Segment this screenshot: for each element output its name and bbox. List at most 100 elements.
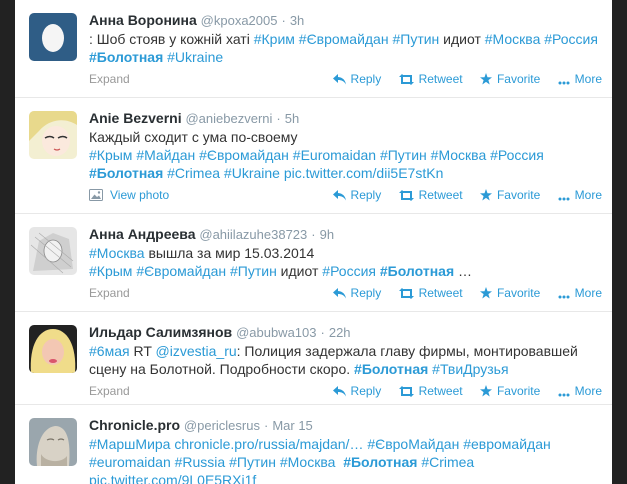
tweet[interactable]: Анна Андреева @ahiilazuhe38723 · 9h #Москв… <box>15 214 612 312</box>
hashtag-link[interactable]: #Москва <box>89 245 145 261</box>
author-username[interactable]: @abubwa103 <box>236 325 316 340</box>
author-name[interactable]: Chronicle.pro <box>89 417 180 433</box>
hashtag-link[interactable]: #ЄвроМайдан <box>367 436 459 452</box>
author-name[interactable]: Анна Андреева <box>89 226 195 242</box>
favorite-button[interactable]: Favorite <box>479 378 540 404</box>
hashtag-link[interactable]: #Путин <box>392 31 439 47</box>
hashtag-link[interactable]: #ТвиДрузья <box>432 361 508 377</box>
hashtag-link[interactable]: #Євромайдан <box>299 31 389 47</box>
retweet-button[interactable]: Retweet <box>398 66 463 92</box>
hashtag-link[interactable]: #Москва <box>431 147 487 163</box>
avatar[interactable] <box>29 13 77 61</box>
hashtag-link[interactable]: #Болотная <box>89 165 163 181</box>
hashtag-link[interactable]: #Крим <box>254 31 295 47</box>
tweet-actions: Reply Retweet Favorite More <box>319 378 602 404</box>
tweet[interactable]: Анна Воронина @kpoxa2005 · 3h : Шоб стояв … <box>15 0 612 98</box>
hashtag-link[interactable]: #Болотная <box>89 49 163 65</box>
tweet[interactable]: Ильдар Салимзянов @abubwa103 · 22h #6мая R… <box>15 312 612 405</box>
tweet-timeline: Анна Воронина @kpoxa2005 · 3h : Шоб стояв … <box>15 0 612 484</box>
more-dots-icon <box>558 295 570 299</box>
author-username[interactable]: @ahiilazuhe38723 <box>199 227 307 242</box>
hashtag-link[interactable]: #Euromaidan <box>293 147 376 163</box>
hashtag-link[interactable]: #6мая <box>89 343 130 359</box>
hashtag-link[interactable]: #Болотная <box>380 263 454 279</box>
tweet-time[interactable]: 22h <box>329 325 351 340</box>
hashtag-link[interactable]: #Євромайдан <box>199 147 289 163</box>
favorite-button[interactable]: Favorite <box>479 280 540 306</box>
author-name[interactable]: Ильдар Салимзянов <box>89 324 232 340</box>
avatar[interactable] <box>29 227 77 275</box>
author-username[interactable]: @periclesrus <box>184 418 260 433</box>
retweet-button[interactable]: Retweet <box>398 280 463 306</box>
tweet-time[interactable]: 5h <box>285 111 299 126</box>
hashtag-link[interactable]: #Євромайдан <box>136 263 226 279</box>
url-link[interactable]: chronicle.pro/russia/majdan/… <box>174 436 363 452</box>
tweet-actions: Reply Retweet Favorite More <box>319 280 602 306</box>
hashtag-link[interactable]: #Ukraine <box>224 165 280 181</box>
author-name[interactable]: Anie Bezverni <box>89 110 182 126</box>
hashtag-link[interactable]: #Крым <box>89 147 132 163</box>
hashtag-link[interactable]: #Путин <box>380 147 427 163</box>
hashtag-link[interactable]: #евромайдан <box>463 436 551 452</box>
more-button[interactable]: More <box>558 66 602 92</box>
hashtag-link[interactable]: #Crimea <box>167 165 220 181</box>
hashtag-link[interactable]: #Крым <box>89 263 132 279</box>
star-icon <box>479 287 492 299</box>
hashtag-link[interactable]: #euromaidan <box>89 454 171 470</box>
hashtag-link[interactable]: #Москва <box>485 31 541 47</box>
tweet-text: #МаршМира chronicle.pro/russia/majdan/… … <box>89 435 602 484</box>
more-label: More <box>574 286 602 300</box>
favorite-label: Favorite <box>496 72 541 86</box>
author-username[interactable]: @kpoxa2005 <box>201 13 278 28</box>
tweet-footer: View photo Reply Retweet Favorite More <box>89 182 602 208</box>
retweet-button[interactable]: Retweet <box>398 378 463 404</box>
tweet-text-segment <box>598 31 602 47</box>
author-name[interactable]: Анна Воронина <box>89 12 197 28</box>
hashtag-link[interactable]: #Путин <box>229 454 276 470</box>
url-link[interactable]: pic.twitter.com/dii5E7stKn <box>284 165 444 181</box>
url-link[interactable]: pic.twitter.com/9L0E5RXi1f <box>89 472 256 484</box>
view-photo-link[interactable]: View photo <box>89 182 169 208</box>
hashtag-link[interactable]: #Crimea <box>421 454 474 470</box>
hashtag-link[interactable]: #Болотная <box>343 454 417 470</box>
expand-link[interactable]: Expand <box>89 66 130 92</box>
more-button[interactable]: More <box>558 182 602 208</box>
blonde-avatar-icon <box>29 325 77 373</box>
tweet-time[interactable]: 9h <box>320 227 334 242</box>
author-username[interactable]: @aniebezverni <box>185 111 272 126</box>
avatar[interactable] <box>29 325 77 373</box>
hashtag-link[interactable]: @izvestia_ru <box>156 343 237 359</box>
hashtag-link[interactable]: #МаршМира <box>89 436 170 452</box>
hashtag-link[interactable]: #Путин <box>230 263 277 279</box>
hashtag-link[interactable]: #Ukraine <box>167 49 223 65</box>
photo-icon <box>89 189 103 201</box>
retweet-icon <box>398 288 414 299</box>
expand-link[interactable]: Expand <box>89 378 130 404</box>
favorite-button[interactable]: Favorite <box>479 182 540 208</box>
favorite-button[interactable]: Favorite <box>479 66 541 92</box>
reply-button[interactable]: Reply <box>332 280 381 306</box>
more-button[interactable]: More <box>558 378 602 404</box>
avatar[interactable] <box>29 418 77 466</box>
retweet-button[interactable]: Retweet <box>398 182 463 208</box>
hashtag-link[interactable]: #Russia <box>175 454 226 470</box>
reply-button[interactable]: Reply <box>332 66 381 92</box>
tweet[interactable]: Chronicle.pro @periclesrus · Mar 15 #МаршМ… <box>15 405 612 484</box>
expand-link[interactable]: Expand <box>89 280 130 306</box>
tweet-time[interactable]: Mar 15 <box>272 418 312 433</box>
tweet-text-segment: … <box>454 263 472 279</box>
hashtag-link[interactable]: #Россия <box>490 147 544 163</box>
reply-button[interactable]: Reply <box>332 378 381 404</box>
tweet[interactable]: Anie Bezverni @aniebezverni · 5h Каждый сх… <box>15 98 612 214</box>
avatar[interactable] <box>29 111 77 159</box>
tweet-actions: Reply Retweet Favorite More <box>319 182 602 208</box>
more-button[interactable]: More <box>558 280 602 306</box>
hashtag-link[interactable]: #Россия <box>544 31 598 47</box>
reply-button[interactable]: Reply <box>332 182 381 208</box>
tweet-time[interactable]: 3h <box>290 13 304 28</box>
retweet-icon <box>398 386 414 397</box>
hashtag-link[interactable]: #Россия <box>322 263 376 279</box>
hashtag-link[interactable]: #Москва <box>280 454 336 470</box>
hashtag-link[interactable]: #Майдан <box>136 147 195 163</box>
hashtag-link[interactable]: #Болотная <box>354 361 428 377</box>
